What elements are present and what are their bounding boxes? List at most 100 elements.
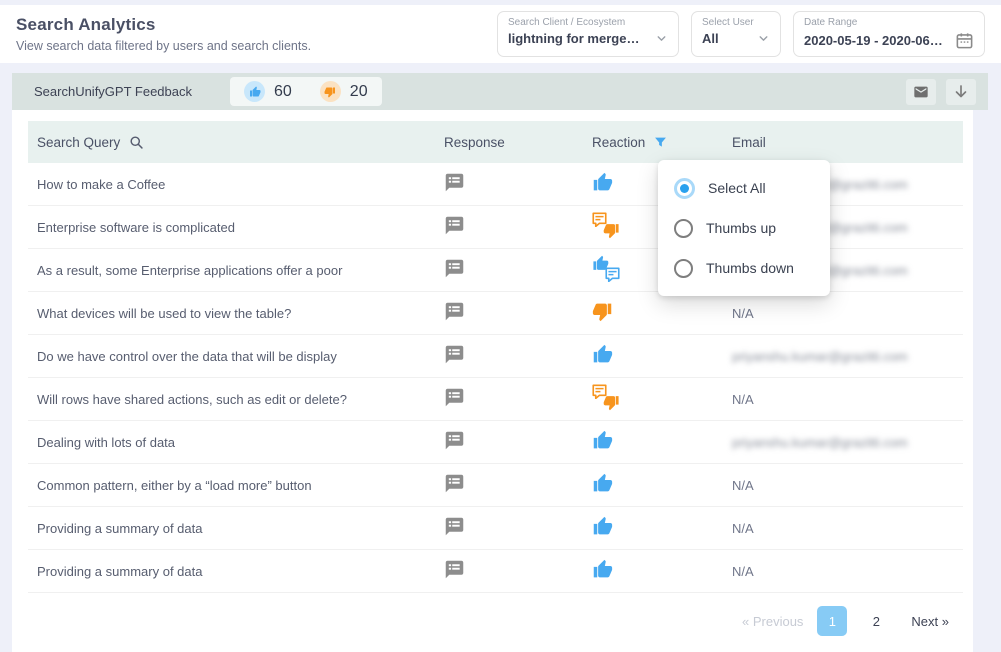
email-cell: N/A	[732, 392, 963, 407]
email-text: N/A	[732, 306, 754, 321]
chat-response-icon[interactable]	[444, 516, 465, 537]
reaction-filter-option[interactable]: Thumbs up	[658, 208, 830, 248]
email-button[interactable]	[906, 79, 936, 105]
column-header-search-query: Search Query	[28, 135, 444, 150]
chat-response-icon[interactable]	[444, 344, 465, 365]
filter-icon[interactable]	[654, 136, 667, 149]
page-subtitle: View search data filtered by users and s…	[16, 39, 311, 53]
email-cell: N/A	[732, 564, 963, 579]
chat-response-icon[interactable]	[444, 559, 465, 580]
reaction-filter-option-label: Select All	[708, 180, 766, 196]
reaction-filter-option-label: Thumbs down	[706, 260, 794, 276]
reaction-filter-option-label: Thumbs up	[706, 220, 776, 236]
chat-response-icon[interactable]	[444, 387, 465, 408]
column-header-search-query-label: Search Query	[37, 135, 120, 150]
download-button[interactable]	[946, 79, 976, 105]
table-row: What devices will be used to view the ta…	[28, 292, 963, 335]
page-button-2[interactable]: 2	[861, 606, 891, 636]
email-text: N/A	[732, 478, 754, 493]
thumbs-down-icon	[320, 81, 341, 102]
date-range-label: Date Range	[804, 17, 974, 28]
response-cell	[444, 516, 592, 540]
search-client-dropdown[interactable]: Search Client / Ecosystem lightning for …	[497, 11, 679, 57]
email-text: N/A	[732, 392, 754, 407]
response-cell	[444, 172, 592, 196]
feedback-counts: 60 20	[230, 77, 382, 106]
reaction-filter-popup: Select All Thumbs up Thumbs down	[658, 160, 830, 296]
column-header-email-label: Email	[732, 135, 766, 150]
radio-icon[interactable]	[674, 259, 693, 278]
thumbs-up-icon	[592, 344, 613, 365]
response-cell	[444, 258, 592, 282]
response-cell	[444, 559, 592, 583]
table-row: Do we have control over the data that wi…	[28, 335, 963, 378]
query-cell: As a result, some Enterprise application…	[28, 263, 444, 278]
page-button-1[interactable]: 1	[817, 606, 847, 636]
chat-response-icon[interactable]	[444, 172, 465, 193]
thumbs-up-icon	[592, 430, 613, 451]
calendar-icon[interactable]	[955, 31, 974, 50]
reaction-filter-option[interactable]: Thumbs down	[658, 248, 830, 288]
select-user-dropdown[interactable]: Select User All	[691, 11, 781, 57]
thumbs-up-comment-icon	[592, 255, 620, 282]
reaction-cell	[592, 430, 732, 454]
pagination: « Previous 1 2 Next »	[28, 593, 963, 649]
email-text: N/A	[732, 564, 754, 579]
query-cell: Will rows have shared actions, such as e…	[28, 392, 444, 407]
reaction-cell	[592, 384, 732, 414]
query-cell: Do we have control over the data that wi…	[28, 349, 444, 364]
date-range-picker[interactable]: Date Range 2020-05-19 - 2020-06-18	[793, 11, 985, 57]
radio-icon[interactable]	[674, 219, 693, 238]
table-row: Providing a summary of data N/A	[28, 550, 963, 593]
reaction-filter-option[interactable]: Select All	[658, 168, 830, 208]
page-header-titles: Search Analytics View search data filter…	[16, 15, 311, 53]
feedback-bar-title: SearchUnifyGPT Feedback	[34, 84, 192, 99]
thumbs-down-icon	[592, 301, 613, 322]
previous-page-button[interactable]: « Previous	[742, 614, 803, 629]
table-header-row: Search Query Response Reaction Email	[28, 121, 963, 163]
chat-response-icon[interactable]	[444, 215, 465, 236]
table-row: Providing a summary of data N/A	[28, 507, 963, 550]
search-icon[interactable]	[129, 135, 144, 150]
thumbs-up-icon	[244, 81, 265, 102]
column-header-reaction: Reaction	[592, 135, 732, 150]
search-client-label: Search Client / Ecosystem	[508, 17, 668, 28]
chat-response-icon[interactable]	[444, 258, 465, 279]
radio-selected-icon[interactable]	[674, 178, 695, 199]
column-header-email: Email	[732, 135, 963, 150]
column-header-response: Response	[444, 135, 592, 150]
chat-response-icon[interactable]	[444, 473, 465, 494]
thumbs-up-count: 60	[274, 83, 292, 101]
reaction-cell	[592, 516, 732, 540]
chat-response-icon[interactable]	[444, 430, 465, 451]
query-cell: Providing a summary of data	[28, 521, 444, 536]
email-cell: priyanshu.kumar@grazitti.com	[732, 349, 963, 364]
reaction-cell	[592, 344, 732, 368]
select-user-label: Select User	[702, 17, 770, 28]
select-user-value: All	[702, 31, 719, 46]
thumbs-down-comment-icon	[592, 212, 620, 239]
mail-icon	[912, 84, 930, 100]
email-text: priyanshu.kumar@grazitti.com	[732, 435, 908, 450]
next-page-button[interactable]: Next »	[911, 614, 949, 629]
page-header: Search Analytics View search data filter…	[0, 5, 1001, 63]
table-row: Dealing with lots of data priyanshu.kuma…	[28, 421, 963, 464]
thumbs-up-icon	[592, 172, 613, 193]
thumbs-up-icon	[592, 516, 613, 537]
response-cell	[444, 344, 592, 368]
query-cell: Common pattern, either by a “load more” …	[28, 478, 444, 493]
chat-response-icon[interactable]	[444, 301, 465, 322]
thumbs-up-count-group: 60	[244, 81, 292, 102]
response-cell	[444, 430, 592, 454]
header-filters: Search Client / Ecosystem lightning for …	[497, 11, 985, 57]
reaction-cell	[592, 473, 732, 497]
thumbs-down-comment-icon	[592, 384, 620, 411]
query-cell: Dealing with lots of data	[28, 435, 444, 450]
thumbs-up-icon	[592, 473, 613, 494]
query-cell: What devices will be used to view the ta…	[28, 306, 444, 321]
response-cell	[444, 387, 592, 411]
column-header-response-label: Response	[444, 135, 505, 150]
table-row: Will rows have shared actions, such as e…	[28, 378, 963, 421]
reaction-cell	[592, 301, 732, 325]
response-cell	[444, 301, 592, 325]
